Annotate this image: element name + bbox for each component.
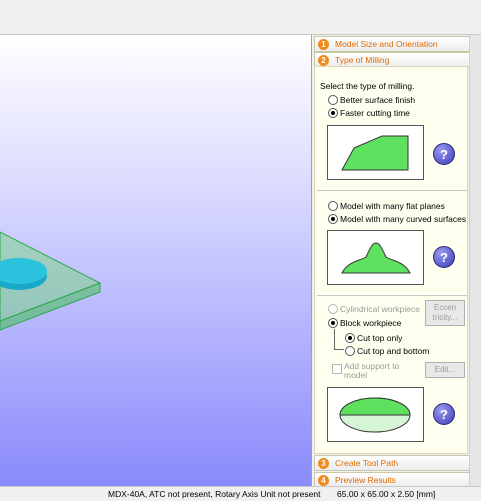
workpiece-preview-image — [327, 387, 424, 442]
3d-viewport[interactable] — [0, 35, 312, 486]
block-workpiece-radio[interactable] — [328, 318, 338, 328]
top-toolbar — [0, 0, 481, 35]
panel-scrollbar[interactable] — [469, 35, 481, 486]
model-size-status: 65.00 x 65.00 x 2.50 [mm] — [337, 489, 436, 499]
cut-top-bottom-radio[interactable] — [345, 346, 355, 356]
step-create-tool-path[interactable]: 3 Create Tool Path — [314, 455, 470, 471]
flat-planes-label[interactable]: Model with many flat planes — [340, 201, 445, 211]
better-finish-label[interactable]: Better surface finish — [340, 95, 415, 105]
faster-cutting-radio[interactable] — [328, 108, 338, 118]
better-finish-radio[interactable] — [328, 95, 338, 105]
step-number-2: 2 — [318, 54, 329, 66]
cylindrical-label: Cylindrical workpiece — [340, 304, 420, 314]
eccentricity-button[interactable]: Eccen tricity... — [425, 300, 465, 326]
step-number-3: 3 — [318, 457, 329, 469]
step-label: Type of Milling — [335, 55, 390, 65]
cut-top-only-radio[interactable] — [345, 333, 355, 343]
model-render — [0, 231, 102, 331]
surface-preview-image — [327, 230, 424, 285]
tree-line — [334, 329, 335, 349]
milling-wizard-panel: 1 Model Size and Orientation 2 Type of M… — [312, 35, 470, 488]
edit-support-button[interactable]: Edit... — [425, 362, 465, 378]
cylindrical-radio[interactable] — [328, 304, 338, 314]
step-number-4: 4 — [318, 474, 329, 486]
step-model-size[interactable]: 1 Model Size and Orientation — [314, 36, 470, 52]
machine-status: MDX-40A, ATC not present, Rotary Axis Un… — [108, 489, 321, 499]
help-icon[interactable]: ? — [433, 403, 455, 425]
curved-surfaces-label[interactable]: Model with many curved surfaces — [340, 214, 466, 224]
tree-line — [334, 349, 344, 350]
add-support-label-2: model — [344, 370, 368, 380]
step-label: Preview Results — [335, 475, 396, 485]
divider — [317, 295, 467, 296]
divider — [317, 190, 467, 191]
curved-surfaces-radio[interactable] — [328, 214, 338, 224]
faster-cutting-label[interactable]: Faster cutting time — [340, 108, 410, 118]
milling-prompt: Select the type of milling. — [320, 81, 415, 91]
block-workpiece-label[interactable]: Block workpiece — [340, 318, 401, 328]
cutting-preview-image — [327, 125, 424, 180]
cut-top-only-label[interactable]: Cut top only — [357, 333, 402, 343]
add-support-checkbox[interactable] — [332, 364, 342, 374]
milling-options: Select the type of milling. Better surfa… — [314, 66, 468, 454]
step-number-1: 1 — [318, 38, 329, 50]
flat-planes-radio[interactable] — [328, 201, 338, 211]
step-label: Create Tool Path — [335, 458, 399, 468]
step-label: Model Size and Orientation — [335, 39, 438, 49]
status-bar: MDX-40A, ATC not present, Rotary Axis Un… — [0, 486, 481, 501]
help-icon[interactable]: ? — [433, 246, 455, 268]
cut-top-bottom-label[interactable]: Cut top and bottom — [357, 346, 429, 356]
help-icon[interactable]: ? — [433, 143, 455, 165]
